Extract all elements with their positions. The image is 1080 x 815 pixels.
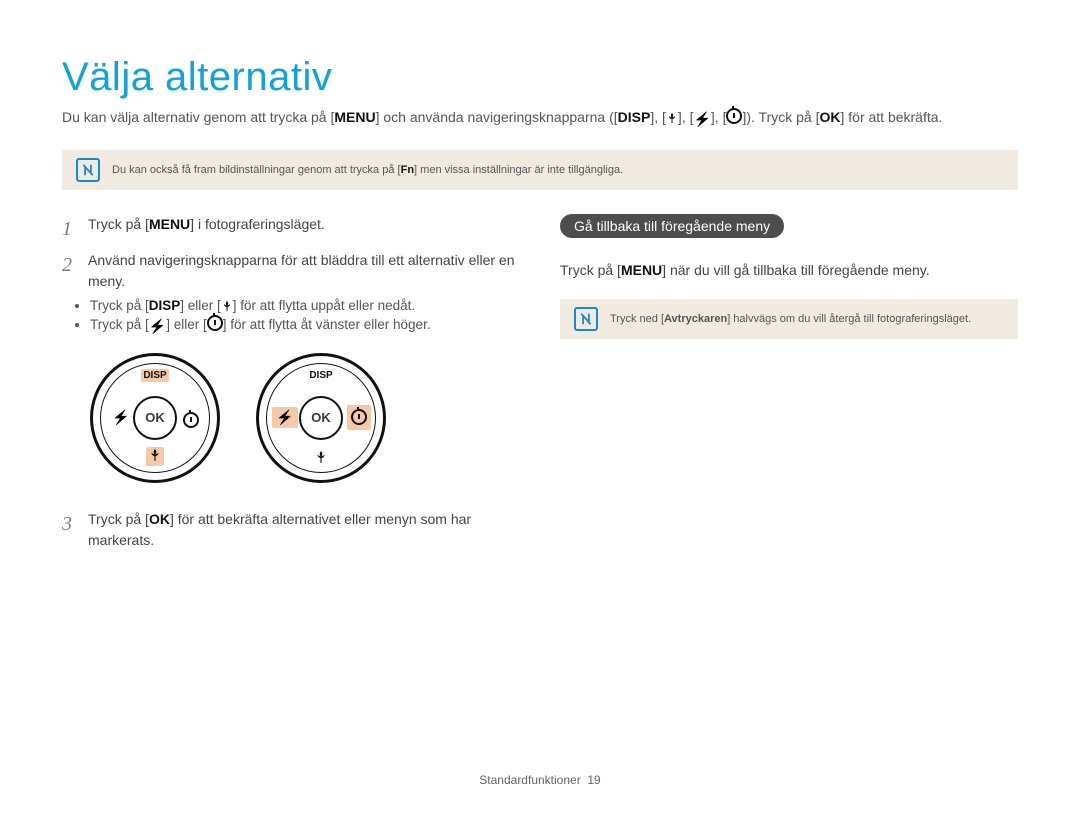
flash-icon — [270, 406, 300, 430]
timer-icon — [726, 108, 742, 124]
step-1: 1 Tryck på [MENU] i fotograferingsläget. — [62, 214, 520, 244]
note-text-part: ] men vissa inställningar är inte tillgä… — [414, 164, 623, 176]
dial-horizontal-highlight: OK DISP — [256, 353, 386, 483]
intro-text: Du kan välja alternativ genom att trycka… — [62, 109, 334, 125]
page-footer: Standardfunktioner 19 — [0, 773, 1080, 787]
disp-label: DISP — [135, 371, 175, 381]
intro-text: ] för att bekräfta. — [840, 109, 942, 125]
disp-key: DISP — [618, 108, 651, 128]
disp-text: DISP — [141, 369, 168, 382]
flash-icon — [106, 406, 136, 430]
intro-text: ] och använda navigeringsknapparna ([ — [376, 109, 618, 125]
ok-key: OK — [149, 509, 170, 530]
note-text-part: Du kan också få fram bildinställningar g… — [112, 164, 401, 176]
note-icon — [76, 158, 100, 182]
bullet-text: Tryck på [ — [90, 317, 149, 332]
macro-icon — [306, 445, 336, 469]
note-box: Tryck ned [Avtryckaren] halvvägs om du v… — [560, 299, 1018, 339]
note-text: Du kan också få fram bildinställningar g… — [112, 164, 623, 176]
intro-paragraph: Du kan välja alternativ genom att trycka… — [62, 108, 1018, 130]
macro-icon — [221, 298, 233, 313]
flash-icon — [693, 110, 710, 130]
step-number: 2 — [62, 250, 80, 292]
list-item: Tryck på [DISP] eller [ ] för att flytta … — [90, 298, 520, 313]
note-text: Tryck ned [Avtryckaren] halvvägs om du v… — [610, 313, 971, 325]
section-pill: Gå tillbaka till föregående meny — [560, 214, 784, 238]
note-icon — [574, 307, 598, 331]
left-column: 1 Tryck på [MENU] i fotograferingsläget.… — [62, 214, 520, 557]
fn-key: Fn — [401, 164, 414, 176]
step-text: Tryck på [ — [88, 216, 149, 232]
bullet-text: ] för att flytta uppåt eller nedåt. — [233, 298, 415, 313]
disp-key: DISP — [149, 298, 181, 313]
list-item: Tryck på [ ] eller [ ] för att flytta åt v… — [90, 315, 520, 335]
intro-text: ]). Tryck på [ — [742, 109, 819, 125]
step-number: 3 — [62, 509, 80, 551]
note-text-part: Tryck ned [ — [610, 313, 664, 325]
intro-text: ], [ — [650, 109, 666, 125]
footer-page-number: 19 — [587, 773, 600, 787]
shutter-key: Avtryckaren — [664, 313, 727, 325]
step-body: Tryck på [OK] för att bekräfta alternati… — [88, 509, 520, 551]
menu-key: MENU — [334, 108, 375, 128]
step-body: Tryck på [MENU] i fotograferingsläget. — [88, 214, 520, 244]
bullet-text: ] eller [ — [180, 298, 221, 313]
timer-icon — [176, 408, 206, 432]
step-body: Använd navigeringsknapparna för att bläd… — [88, 250, 520, 292]
intro-text: ], [ — [678, 109, 694, 125]
right-text: ] när du vill gå tillbaka till föregåend… — [662, 262, 929, 278]
step-2-bullets: Tryck på [DISP] eller [] för att flytta … — [90, 298, 520, 335]
bullet-text: ] eller [ — [166, 317, 207, 332]
content-columns: 1 Tryck på [MENU] i fotograferingsläget.… — [62, 214, 1018, 557]
page-title: Välja alternativ — [62, 55, 1018, 100]
right-column: Gå tillbaka till föregående meny Tryck p… — [560, 214, 1018, 557]
note-text-part: ] halvvägs om du vill återgå till fotogr… — [727, 313, 971, 325]
ok-key: OK — [819, 108, 840, 128]
intro-text: ], [ — [711, 109, 727, 125]
dial-illustrations: OK DISP OK DISP — [90, 353, 520, 483]
macro-icon — [666, 109, 678, 125]
step-text: ] i fotograferingsläget. — [190, 216, 325, 232]
flash-icon — [149, 318, 166, 335]
step-text: Tryck på [ — [88, 511, 149, 527]
ok-center: OK — [299, 396, 343, 440]
timer-icon — [344, 406, 374, 430]
right-text: Tryck på [ — [560, 262, 621, 278]
step-2: 2 Använd navigeringsknapparna för att bl… — [62, 250, 520, 292]
right-paragraph: Tryck på [MENU] när du vill gå tillbaka … — [560, 260, 1018, 281]
ok-center: OK — [133, 396, 177, 440]
bullet-text: Tryck på [ — [90, 298, 149, 313]
timer-icon — [207, 315, 223, 331]
step-number: 1 — [62, 214, 80, 244]
step-3: 3 Tryck på [OK] för att bekräfta alterna… — [62, 509, 520, 551]
dial-vertical-highlight: OK DISP — [90, 353, 220, 483]
disp-label: DISP — [301, 371, 341, 381]
note-box: Du kan också få fram bildinställningar g… — [62, 150, 1018, 190]
macro-icon — [140, 445, 170, 469]
footer-section: Standardfunktioner — [479, 773, 580, 787]
manual-page: Välja alternativ Du kan välja alternativ… — [0, 0, 1080, 815]
menu-key: MENU — [149, 214, 190, 235]
menu-key: MENU — [621, 260, 662, 281]
bullet-text: ] för att flytta åt vänster eller höger. — [223, 317, 431, 332]
